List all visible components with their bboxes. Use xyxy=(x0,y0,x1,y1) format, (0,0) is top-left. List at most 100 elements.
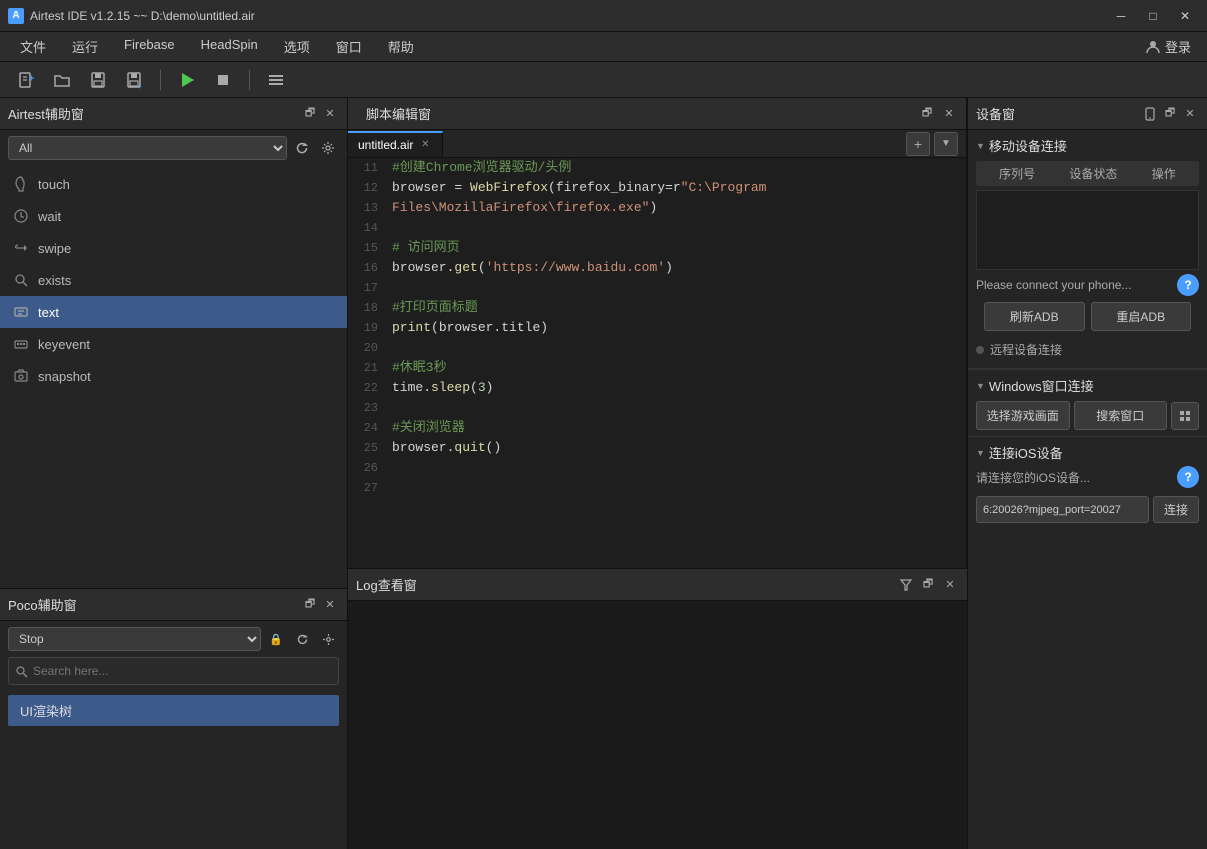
snapshot-label: snapshot xyxy=(38,369,91,384)
code-line-13: 13 Files\MozillaFirefox\firefox.exe") xyxy=(348,198,966,218)
col-action: 操作 xyxy=(1129,161,1199,186)
windows-grid-button[interactable] xyxy=(1171,402,1199,430)
ios-help-button[interactable]: ? xyxy=(1177,466,1199,488)
poco-settings-icon xyxy=(322,633,335,646)
windows-section-title: ▼ Windows窗口连接 xyxy=(976,376,1199,395)
restart-adb-button[interactable]: 重启ADB xyxy=(1091,302,1192,331)
run-icon xyxy=(178,71,196,89)
api-item-text[interactable]: text xyxy=(0,296,347,328)
menu-help[interactable]: 帮助 xyxy=(376,33,426,60)
left-panel: Airtest辅助窗 🗗 ✕ All xyxy=(0,98,348,849)
menu-window[interactable]: 窗口 xyxy=(324,33,374,60)
remote-connect-label: 远程设备连接 xyxy=(990,341,1062,358)
mobile-section-title: ▼ 移动设备连接 xyxy=(976,136,1199,155)
text-label: text xyxy=(38,305,59,320)
log-panel-title: Log查看窗 xyxy=(356,575,417,594)
poco-refresh-button[interactable] xyxy=(291,628,313,650)
airtest-filter-select[interactable]: All xyxy=(8,136,287,160)
editor-tab-untitled[interactable]: untitled.air ✕ xyxy=(348,131,443,157)
log-close-button[interactable]: ✕ xyxy=(941,576,959,594)
new-file-button[interactable]: + xyxy=(12,66,40,94)
open-file-button[interactable] xyxy=(48,66,76,94)
menu-headspin[interactable]: HeadSpin xyxy=(189,33,270,60)
menu-run[interactable]: 运行 xyxy=(60,33,110,60)
mobile-help-button[interactable]: ? xyxy=(1177,274,1199,296)
log-button[interactable] xyxy=(262,66,290,94)
add-tab-button[interactable]: + xyxy=(906,132,930,156)
menubar: 文件 运行 Firebase HeadSpin 选项 窗口 帮助 登录 xyxy=(0,32,1207,62)
api-item-wait[interactable]: wait xyxy=(0,200,347,232)
api-list: touch wait swipe xyxy=(0,166,347,588)
menu-options[interactable]: 选项 xyxy=(272,33,322,60)
maximize-button[interactable]: □ xyxy=(1139,6,1167,26)
airtest-header-buttons: 🗗 ✕ xyxy=(301,105,339,123)
airtest-refresh-button[interactable] xyxy=(291,137,313,159)
code-line-25: 25 browser.quit() xyxy=(348,438,966,458)
tab-close-button[interactable]: ✕ xyxy=(418,138,432,152)
search-icon xyxy=(15,665,28,678)
editor-header-buttons: 🗗 ✕ xyxy=(918,105,958,123)
toolbar: + + xyxy=(0,62,1207,98)
menu-firebase[interactable]: Firebase xyxy=(112,33,187,60)
airtest-close-button[interactable]: ✕ xyxy=(321,105,339,123)
user-icon xyxy=(1145,39,1161,55)
log-filter-button[interactable] xyxy=(897,576,915,594)
poco-panel-header: Poco辅助窗 🗗 ✕ xyxy=(0,589,347,621)
device-icon xyxy=(1143,107,1157,121)
api-item-keyevent[interactable]: keyevent xyxy=(0,328,347,360)
col-serial: 序列号 xyxy=(976,161,1058,186)
menu-file[interactable]: 文件 xyxy=(8,33,58,60)
close-button[interactable]: ✕ xyxy=(1171,6,1199,26)
device-close-button[interactable]: ✕ xyxy=(1181,105,1199,123)
save-as-button[interactable]: + xyxy=(120,66,148,94)
poco-header-buttons: 🗗 ✕ xyxy=(301,596,339,614)
ios-address-input[interactable] xyxy=(976,496,1149,523)
poco-refresh-icon xyxy=(296,633,309,646)
refresh-adb-button[interactable]: 刷新ADB xyxy=(984,302,1085,331)
poco-device-select[interactable]: Stop xyxy=(8,627,261,651)
log-content xyxy=(348,601,967,849)
api-item-exists[interactable]: exists xyxy=(0,264,347,296)
poco-lock-button[interactable]: 🔒 xyxy=(265,628,287,650)
airtest-restore-button[interactable]: 🗗 xyxy=(301,105,319,123)
stop-button[interactable] xyxy=(209,66,237,94)
login-button[interactable]: 登录 xyxy=(1137,34,1199,59)
code-line-11: 11 #创建Chrome浏览器驱动/头例 xyxy=(348,158,966,178)
ios-connect-button[interactable]: 连接 xyxy=(1153,496,1199,523)
minimize-button[interactable]: ─ xyxy=(1107,6,1135,26)
device-icon-button[interactable] xyxy=(1141,105,1159,123)
ios-section: ▼ 连接iOS设备 请连接您的iOS设备... ? 连接 xyxy=(968,436,1207,529)
swipe-icon xyxy=(12,239,30,257)
poco-restore-button[interactable]: 🗗 xyxy=(301,596,319,614)
airtest-panel: Airtest辅助窗 🗗 ✕ All xyxy=(0,98,347,589)
ios-connect-row: 请连接您的iOS设备... ? xyxy=(976,462,1199,492)
swipe-label: swipe xyxy=(38,241,71,256)
poco-close-button[interactable]: ✕ xyxy=(321,596,339,614)
code-editor[interactable]: 11 #创建Chrome浏览器驱动/头例 12 browser = WebFir… xyxy=(348,158,966,568)
airtest-settings-button[interactable] xyxy=(317,137,339,159)
editor-restore-button[interactable]: 🗗 xyxy=(918,105,936,123)
poco-settings-button[interactable] xyxy=(317,628,339,650)
svg-text:+: + xyxy=(137,82,142,89)
device-header-buttons: 🗗 ✕ xyxy=(1141,105,1199,123)
ios-input-row: 连接 xyxy=(976,496,1199,523)
center-area: 脚本编辑窗 🗗 ✕ untitled.air ✕ + ▼ xyxy=(348,98,967,849)
app-icon: A xyxy=(8,8,24,24)
search-window-button[interactable]: 搜索窗口 xyxy=(1074,401,1168,430)
save-icon xyxy=(89,71,107,89)
search-input[interactable] xyxy=(33,660,332,682)
ui-tree-item[interactable]: UI渲染树 xyxy=(8,695,339,726)
api-item-touch[interactable]: touch xyxy=(0,168,347,200)
tab-menu-button[interactable]: ▼ xyxy=(934,132,958,156)
code-line-20: 20 xyxy=(348,338,966,358)
menu-items: 文件 运行 Firebase HeadSpin 选项 窗口 帮助 xyxy=(8,33,426,60)
api-item-swipe[interactable]: swipe xyxy=(0,232,347,264)
device-restore-button[interactable]: 🗗 xyxy=(1161,105,1179,123)
run-button[interactable] xyxy=(173,66,201,94)
log-restore-button[interactable]: 🗗 xyxy=(919,576,937,594)
save-button[interactable] xyxy=(84,66,112,94)
poco-panel-title: Poco辅助窗 xyxy=(8,595,77,614)
select-game-button[interactable]: 选择游戏画面 xyxy=(976,401,1070,430)
editor-close-button[interactable]: ✕ xyxy=(940,105,958,123)
api-item-snapshot[interactable]: snapshot xyxy=(0,360,347,392)
